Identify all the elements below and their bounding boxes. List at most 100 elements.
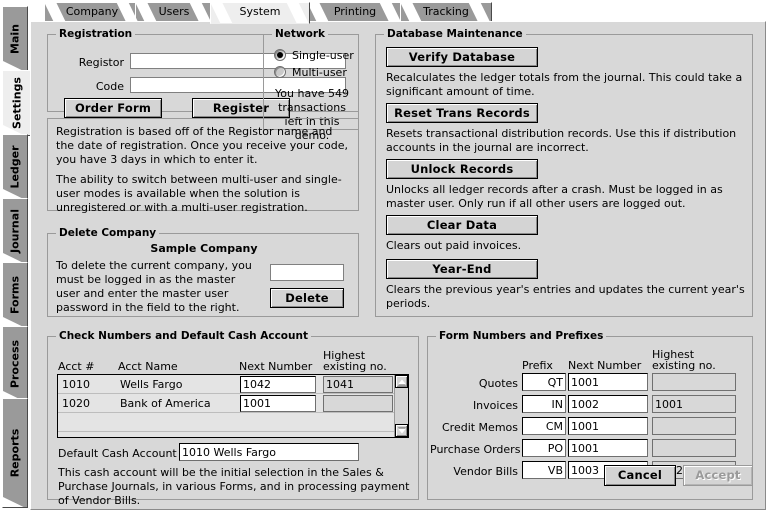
delete-company-group: Delete Company Sample Company To delete … bbox=[47, 227, 359, 317]
sidebar-item-label: Ledger bbox=[8, 145, 22, 189]
unlock-records-description: Unlocks all ledger records after a crash… bbox=[386, 183, 723, 210]
tab-users[interactable]: Users bbox=[135, 2, 213, 22]
scroll-down-button[interactable] bbox=[395, 424, 408, 437]
form-row-highest-value bbox=[652, 439, 736, 457]
verify-database-description: Recalculates the ledger totals from the … bbox=[386, 71, 743, 98]
network-group: Network Single-user Multi-user You have … bbox=[263, 28, 359, 142]
delete-company-group-title: Delete Company bbox=[56, 227, 160, 239]
check-row-next-number-input[interactable] bbox=[240, 376, 316, 393]
form-header-next-number: Next Number bbox=[568, 359, 642, 372]
default-cash-account-note: This cash account will be the initial se… bbox=[58, 466, 410, 507]
check-row-acct-num: 1010 bbox=[62, 378, 90, 391]
sidebar-item-label: Reports bbox=[8, 428, 22, 478]
form-row-prefix-input[interactable] bbox=[522, 461, 566, 479]
sidebar-item-forms[interactable]: Forms bbox=[2, 262, 28, 328]
check-numbers-group: Check Numbers and Default Cash Account A… bbox=[47, 330, 419, 507]
form-row-prefix-input[interactable] bbox=[522, 395, 566, 413]
radio-multi-user[interactable] bbox=[274, 66, 286, 78]
tab-tracking[interactable]: Tracking bbox=[400, 2, 492, 22]
form-row-next-number-input[interactable] bbox=[568, 395, 648, 413]
check-row-next-number-input[interactable] bbox=[240, 395, 316, 412]
form-row-prefix-input[interactable] bbox=[522, 373, 566, 391]
application-window: Main Settings Ledger Journal Forms Process Rep… bbox=[0, 0, 770, 514]
scroll-up-button[interactable] bbox=[395, 375, 408, 388]
form-row-label: Vendor Bills bbox=[453, 465, 518, 478]
reset-trans-records-description: Resets transactional distribution record… bbox=[386, 127, 737, 154]
check-row-acct-num: 1020 bbox=[62, 397, 90, 410]
check-header-next-number: Next Number bbox=[239, 360, 313, 373]
verify-database-button[interactable]: Verify Database bbox=[386, 47, 538, 67]
form-row-label: Invoices bbox=[472, 399, 518, 412]
radio-single-user-label: Single-user bbox=[292, 49, 354, 62]
order-form-button[interactable]: Order Form bbox=[64, 98, 162, 118]
form-row-label: Purchase Orders bbox=[430, 443, 521, 456]
tab-label: Tracking bbox=[423, 5, 469, 18]
tab-label: Company bbox=[65, 5, 119, 18]
form-row-next-number-input[interactable] bbox=[568, 439, 648, 457]
chevron-up-icon bbox=[397, 379, 406, 384]
check-header-highest-line2: existing no. bbox=[323, 360, 387, 373]
default-cash-account-input[interactable] bbox=[179, 443, 359, 461]
tab-printing[interactable]: Printing bbox=[307, 2, 403, 22]
radio-single-user[interactable] bbox=[274, 49, 286, 61]
form-row-next-number-input[interactable] bbox=[568, 417, 648, 435]
tab-notch bbox=[3, 496, 27, 507]
form-row-prefix-input[interactable] bbox=[522, 417, 566, 435]
registration-info-paragraph-2: The ability to switch between multi-user… bbox=[56, 173, 342, 214]
top-tab-strip: Company Users System Printing Tracking bbox=[30, 0, 770, 24]
check-header-acct-name: Acct Name bbox=[118, 360, 178, 373]
unlock-records-button[interactable]: Unlock Records bbox=[386, 159, 538, 179]
sidebar-item-label: Process bbox=[8, 339, 22, 389]
form-row-label: Quotes bbox=[478, 377, 518, 390]
check-row-highest-value bbox=[323, 395, 393, 412]
tab-system[interactable]: System bbox=[210, 2, 310, 24]
table-row[interactable]: 1020 Bank of America bbox=[58, 394, 394, 413]
year-end-description: Clears the previous year's entries and u… bbox=[386, 283, 745, 310]
tab-label: Printing bbox=[333, 5, 377, 18]
check-header-acct-num: Acct # bbox=[58, 360, 95, 373]
registor-label: Registor bbox=[78, 56, 124, 69]
registration-info-box: Registration is based off of the Registo… bbox=[47, 118, 359, 214]
check-numbers-group-title: Check Numbers and Default Cash Account bbox=[56, 330, 311, 342]
sidebar-item-label: Journal bbox=[8, 209, 22, 253]
form-row-highest-value bbox=[652, 373, 736, 391]
sidebar-item-process[interactable]: Process bbox=[2, 326, 28, 402]
delete-company-instructions: To delete the current company, you must … bbox=[56, 259, 252, 314]
form-row-highest-value bbox=[652, 417, 736, 435]
clear-data-description: Clears out paid invoices. bbox=[386, 239, 522, 252]
clear-data-button[interactable]: Clear Data bbox=[386, 215, 538, 235]
network-group-title: Network bbox=[272, 28, 329, 40]
sidebar-tab-strip: Main Settings Ledger Journal Forms Process Rep… bbox=[0, 0, 31, 514]
delete-button[interactable]: Delete bbox=[270, 288, 344, 308]
form-row-next-number-input[interactable] bbox=[568, 373, 648, 391]
check-row-acct-name: Bank of America bbox=[120, 397, 211, 410]
sidebar-item-label: Forms bbox=[8, 275, 22, 315]
check-numbers-scrollbar[interactable] bbox=[394, 375, 408, 437]
settings-system-panel: Registration Registor Code Order Form Re… bbox=[30, 21, 766, 510]
check-row-acct-name: Wells Fargo bbox=[120, 378, 183, 391]
form-row-label: Credit Memos bbox=[441, 421, 518, 434]
form-header-prefix: Prefix bbox=[522, 359, 553, 372]
sidebar-item-main[interactable]: Main bbox=[2, 6, 28, 72]
sidebar-item-label: Main bbox=[8, 24, 22, 54]
form-row-prefix-input[interactable] bbox=[522, 439, 566, 457]
form-row-highest-value bbox=[652, 395, 736, 413]
table-row[interactable]: 1010 Wells Fargo bbox=[58, 375, 394, 394]
master-password-input[interactable] bbox=[270, 264, 344, 281]
chevron-down-icon bbox=[397, 428, 406, 433]
form-header-highest-line2: existing no. bbox=[652, 359, 716, 372]
check-numbers-list[interactable]: 1010 Wells Fargo 1020 Bank of America bbox=[57, 374, 409, 438]
sidebar-item-journal[interactable]: Journal bbox=[2, 198, 28, 264]
year-end-button[interactable]: Year-End bbox=[386, 259, 538, 279]
reset-trans-records-button[interactable]: Reset Trans Records bbox=[386, 103, 538, 123]
tab-company[interactable]: Company bbox=[44, 2, 140, 22]
accept-button: Accept bbox=[683, 465, 753, 486]
sidebar-item-settings[interactable]: Settings bbox=[2, 70, 31, 136]
cancel-button[interactable]: Cancel bbox=[604, 465, 676, 486]
registration-group-title: Registration bbox=[56, 28, 136, 40]
code-label: Code bbox=[95, 80, 124, 93]
tab-label: System bbox=[239, 5, 281, 18]
sidebar-item-reports[interactable]: Reports bbox=[2, 398, 28, 508]
check-row-highest-value bbox=[323, 376, 393, 393]
sidebar-item-ledger[interactable]: Ledger bbox=[2, 134, 28, 200]
